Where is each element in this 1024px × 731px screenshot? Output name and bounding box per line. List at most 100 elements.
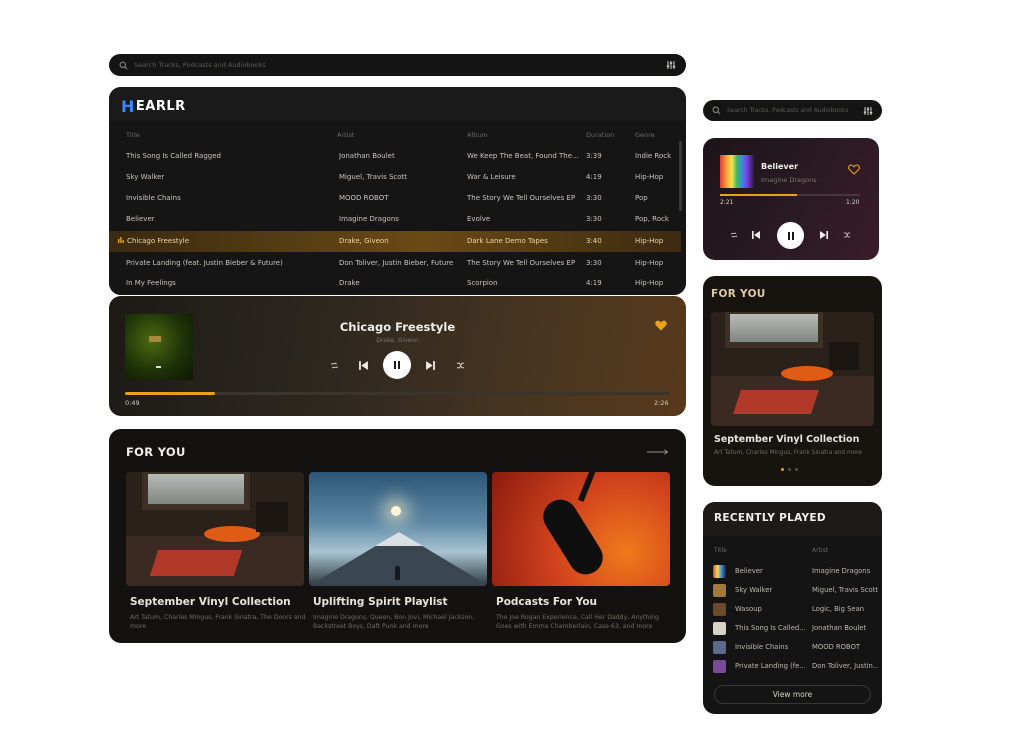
recent-track-row[interactable]: Private Landing (fe... Don Toliver, Just… [703,657,881,676]
track-artist: MOOD ROBOT [339,194,389,202]
card-image-mountain [309,472,487,586]
shuffle-icon[interactable] [456,361,465,370]
track-row[interactable]: Private Landing (feat. Justin Bieber & F… [109,253,681,274]
player-track-title: Chicago Freestyle [339,320,456,334]
mini-progress-track[interactable] [720,194,860,196]
search-bar[interactable]: Search Tracks, Podcasts and Audiobooks [109,54,686,76]
track-duration: 3:30 [586,215,602,223]
previous-icon[interactable] [751,230,761,240]
recent-track-row[interactable]: Believer Imagine Dragons [703,562,881,581]
pause-button[interactable] [383,351,411,379]
recent-track-row[interactable]: Wasoup Logic, Big Sean [703,600,881,619]
elapsed-time: 0:49 [125,399,140,407]
card-title: Podcasts For You [496,596,598,608]
playlist-card-mobile[interactable]: September Vinyl Collection Art Tatum, Ch… [711,312,874,462]
card-title: September Vinyl Collection [130,596,291,608]
track-thumbnail [713,565,726,578]
track-row[interactable]: In My Feelings Drake Scorpion 4:19 Hip-H… [109,273,681,294]
recent-track-row[interactable]: Invisible Chains MOOD ROBOT [703,638,881,657]
next-icon[interactable] [425,360,436,371]
repeat-icon[interactable] [330,361,339,370]
track-thumbnail [713,622,726,635]
column-header-title[interactable]: Title [126,131,140,139]
heart-outline-icon[interactable] [848,164,860,175]
track-duration: 3:30 [586,194,602,202]
card-image-vinyl [711,312,874,426]
mini-album-art[interactable] [720,155,754,188]
recent-track-row[interactable]: Sky Walker Miguel, Travis Scott [703,581,881,600]
view-more-button[interactable]: View more [714,685,871,704]
record-mat [149,550,243,576]
column-header-artist[interactable]: Artist [337,131,354,139]
card-title: Uplifting Spirit Playlist [313,596,448,608]
arrow-right-icon[interactable] [647,449,669,455]
equalizer-icon [118,237,124,243]
recent-track-artist: Jonathan Boulet [812,624,867,632]
track-title: Invisible Chains [126,194,181,202]
filter-icon[interactable] [863,106,873,116]
track-title: Believer [126,215,155,223]
track-duration: 4:19 [586,279,602,287]
recent-track-title: Wasoup [735,605,762,613]
search-bar-mobile[interactable]: Search Tracks, Podcasts and Audiobooks [703,100,882,121]
repeat-icon[interactable] [730,231,738,239]
card-image-vinyl [126,472,304,586]
column-header-duration[interactable]: Duration [586,131,614,139]
track-duration: 3:30 [586,259,602,267]
player-mini: Believer Imagine Dragons 2:21 1:20 [703,138,879,260]
window-glass [730,314,818,342]
track-duration: 3:40 [586,237,602,245]
carousel-dots [781,468,805,472]
snow-cap [375,532,423,546]
mic-body [536,493,610,581]
track-row-active[interactable]: Chicago Freestyle Drake, Giveon Dark Lan… [109,231,681,252]
mini-pause-button[interactable] [777,222,804,249]
track-row[interactable]: Sky Walker Miguel, Travis Scott War & Le… [109,167,681,188]
track-album: Scorpion [467,279,498,287]
track-row[interactable]: Invisible Chains MOOD ROBOT The Story We… [109,188,681,209]
track-row[interactable]: Believer Imagine Dragons Evolve 3:30 Pop… [109,209,681,230]
carousel-dot[interactable] [795,468,798,471]
next-icon[interactable] [819,230,829,240]
search-input[interactable]: Search Tracks, Podcasts and Audiobooks [134,61,666,69]
vinyl-record [204,526,260,542]
search-icon [119,61,128,69]
column-header-artist[interactable]: Artist [812,547,828,554]
recent-track-artist: Miguel, Travis Scott [812,586,878,594]
brand-logo[interactable]: H EARLR [121,97,186,116]
player-main: Chicago Freestyle Drake, Giveon 0:49 2:2… [109,296,686,416]
progress-fill [125,392,215,395]
search-input-mobile[interactable]: Search Tracks, Podcasts and Audiobooks [727,107,863,114]
track-title: This Song Is Called Ragged [126,152,221,160]
for-you-mobile-title: FOR YOU [711,288,766,300]
track-row[interactable]: This Song Is Called Ragged Jonathan Boul… [109,146,681,167]
playlist-card[interactable]: Uplifting Spirit Playlist Imagine Dragon… [309,472,487,632]
recent-track-row[interactable]: This Song Is Called... Jonathan Boulet [703,619,881,638]
column-header-title[interactable]: Title [714,547,727,554]
sun [391,506,401,516]
track-artist: Imagine Dragons [339,215,399,223]
recent-track-artist: Imagine Dragons [812,567,871,575]
column-header-genre[interactable]: Genre [635,131,655,139]
progress-track[interactable] [125,392,670,395]
track-thumbnail [713,584,726,597]
carousel-dot[interactable] [788,468,791,471]
previous-icon[interactable] [358,360,369,371]
track-album: War & Leisure [467,173,516,181]
vinyl-record [781,366,833,381]
mini-elapsed-time: 2:21 [720,199,734,206]
carousel-dot-active[interactable] [781,468,784,471]
track-duration: 4:19 [586,173,602,181]
track-artist: Don Toliver, Justin Bieber, Future [339,259,454,267]
column-header-album[interactable]: Album [467,131,488,139]
filter-icon[interactable] [666,60,676,70]
recently-played-panel: RECENTLY PLAYED Title Artist Believer Im… [703,502,882,714]
mini-total-time: 1:20 [846,199,860,206]
track-album: We Keep The Beat, Found The... [467,152,579,160]
card-subtitle: The Joe Rogan Experience, Call Her Daddy… [496,614,659,630]
playlist-card[interactable]: September Vinyl Collection Art Tatum, Ch… [126,472,305,632]
heart-icon[interactable] [655,320,667,331]
tracklist-scrollbar[interactable] [679,141,682,211]
playlist-card[interactable]: Podcasts For You The Joe Rogan Experienc… [492,472,670,632]
shuffle-icon[interactable] [843,231,851,239]
